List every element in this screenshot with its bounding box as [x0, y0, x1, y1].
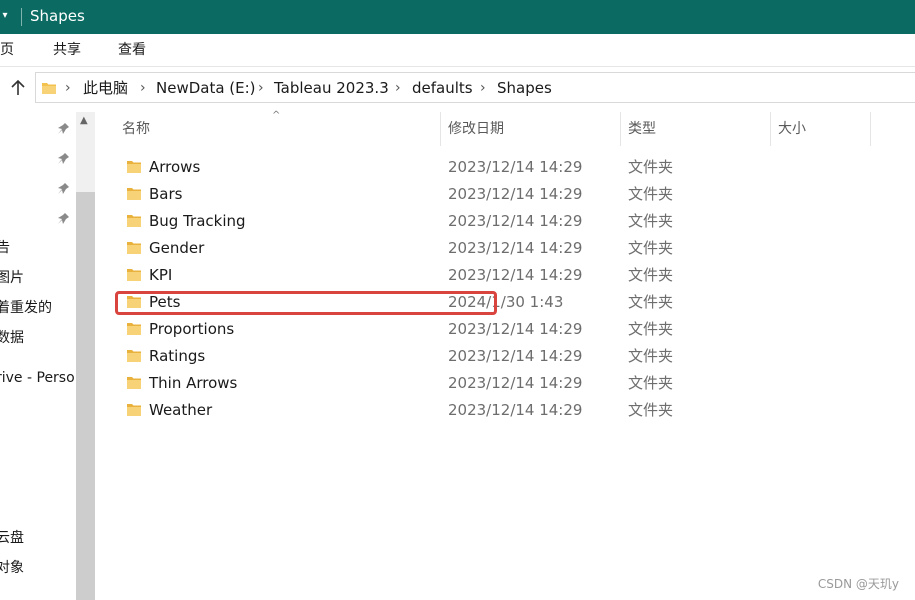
file-name[interactable]: Gender	[149, 238, 204, 258]
title-separator	[21, 8, 22, 26]
nav-item[interactable]: 云盘	[0, 528, 24, 548]
watermark: CSDN @天玑y	[817, 577, 899, 591]
folder-icon	[127, 323, 141, 335]
pin-icon[interactable]	[56, 182, 70, 196]
breadcrumb-this-pc[interactable]: 此电脑	[83, 78, 128, 98]
folder-icon	[127, 296, 141, 308]
table-row[interactable]: Arrows 2023/12/14 14:29 文件夹	[96, 154, 915, 181]
table-row[interactable]: Gender 2023/12/14 14:29 文件夹	[96, 235, 915, 262]
quick-access-dropdown-icon[interactable]: ▾	[0, 9, 10, 23]
chevron-right-icon[interactable]: ›	[480, 78, 486, 98]
file-name[interactable]: Bug Tracking	[149, 211, 246, 231]
file-type: 文件夹	[628, 239, 674, 257]
folder-icon	[127, 404, 141, 416]
pin-icon[interactable]	[56, 122, 70, 136]
table-row[interactable]: Proportions 2023/12/14 14:29 文件夹	[96, 316, 915, 343]
file-type: 文件夹	[628, 212, 674, 230]
window-title: Shapes	[30, 7, 85, 25]
table-row[interactable]: Weather 2023/12/14 14:29 文件夹	[96, 397, 915, 424]
column-header-type[interactable]: 类型	[628, 112, 656, 146]
ribbon-tabs: 主页 共享 查看	[0, 34, 915, 67]
pin-icon[interactable]	[56, 152, 70, 166]
file-name[interactable]: Bars	[149, 184, 182, 204]
file-date: 2023/12/14 14:29	[448, 212, 583, 230]
file-list: ^ 名称 修改日期 类型 大小 Arrows 2023/12/14 14:29 文件…	[96, 110, 915, 600]
table-row[interactable]: Bug Tracking 2023/12/14 14:29 文件夹	[96, 208, 915, 235]
table-row[interactable]: KPI 2023/12/14 14:29 文件夹	[96, 262, 915, 289]
folder-icon	[127, 377, 141, 389]
column-header-date[interactable]: 修改日期	[448, 112, 504, 146]
table-row[interactable]: Ratings 2023/12/14 14:29 文件夹	[96, 343, 915, 370]
file-date: 2024/1/30 1:43	[448, 293, 564, 311]
title-bar: ▾ Shapes	[0, 0, 915, 34]
file-date: 2023/12/14 14:29	[448, 347, 583, 365]
nav-item[interactable]: 对象	[0, 558, 24, 578]
breadcrumb-defaults[interactable]: defaults	[412, 78, 473, 98]
file-type: 文件夹	[628, 320, 674, 338]
table-row[interactable]: Pets 2024/1/30 1:43 文件夹	[96, 289, 915, 316]
nav-item-onedrive[interactable]: rive - Perso	[0, 368, 75, 388]
file-name[interactable]: KPI	[149, 265, 172, 285]
tab-share[interactable]: 共享	[53, 41, 81, 59]
file-name[interactable]: Proportions	[149, 319, 234, 339]
file-name[interactable]: Pets	[149, 292, 180, 312]
file-date: 2023/12/14 14:29	[448, 239, 583, 257]
nav-item[interactable]: 图片	[0, 268, 24, 288]
folder-icon	[127, 269, 141, 281]
folder-icon	[127, 161, 141, 173]
scroll-up-icon[interactable]: ▲	[80, 116, 90, 126]
folder-icon	[42, 83, 56, 94]
file-date: 2023/12/14 14:29	[448, 158, 583, 176]
chevron-right-icon[interactable]: ›	[395, 78, 401, 98]
chevron-right-icon[interactable]: ›	[258, 78, 264, 98]
up-arrow-icon[interactable]	[8, 78, 28, 98]
file-name[interactable]: Ratings	[149, 346, 205, 366]
chevron-right-icon[interactable]: ›	[65, 78, 71, 98]
chevron-right-icon[interactable]: ›	[140, 78, 146, 98]
column-divider[interactable]	[870, 112, 871, 146]
file-name[interactable]: Arrows	[149, 157, 200, 177]
folder-icon	[127, 215, 141, 227]
sort-caret-icon: ^	[272, 110, 281, 121]
file-type: 文件夹	[628, 374, 674, 392]
folder-icon	[127, 242, 141, 254]
address-bar[interactable]: › 此电脑 › NewData (E:) › Tableau 2023.3 › …	[35, 72, 915, 103]
file-type: 文件夹	[628, 347, 674, 365]
nav-scrollbar[interactable]: ▲	[76, 112, 95, 600]
column-divider[interactable]	[440, 112, 441, 146]
nav-item[interactable]: 数据	[0, 328, 24, 348]
column-header-name[interactable]: 名称	[122, 112, 150, 146]
table-row[interactable]: Bars 2023/12/14 14:29 文件夹	[96, 181, 915, 208]
file-date: 2023/12/14 14:29	[448, 320, 583, 338]
file-date: 2023/12/14 14:29	[448, 266, 583, 284]
file-date: 2023/12/14 14:29	[448, 401, 583, 419]
folder-icon	[127, 188, 141, 200]
file-type: 文件夹	[628, 293, 674, 311]
file-type: 文件夹	[628, 158, 674, 176]
address-row: › 此电脑 › NewData (E:) › Tableau 2023.3 › …	[0, 67, 915, 109]
breadcrumb-tableau[interactable]: Tableau 2023.3	[274, 78, 389, 98]
tab-view[interactable]: 查看	[118, 41, 146, 59]
file-type: 文件夹	[628, 185, 674, 203]
scrollbar-thumb[interactable]	[76, 192, 95, 600]
file-date: 2023/12/14 14:29	[448, 185, 583, 203]
file-name[interactable]: Weather	[149, 400, 212, 420]
pin-icon[interactable]	[56, 212, 70, 226]
nav-item[interactable]: 着重发的	[0, 298, 52, 318]
breadcrumb-shapes[interactable]: Shapes	[497, 78, 552, 98]
file-type: 文件夹	[628, 266, 674, 284]
column-divider[interactable]	[770, 112, 771, 146]
column-divider[interactable]	[620, 112, 621, 146]
tab-home[interactable]: 主页	[0, 41, 14, 59]
table-row[interactable]: Thin Arrows 2023/12/14 14:29 文件夹	[96, 370, 915, 397]
breadcrumb-drive[interactable]: NewData (E:)	[156, 78, 256, 98]
file-name[interactable]: Thin Arrows	[149, 373, 237, 393]
column-header-size[interactable]: 大小	[778, 112, 806, 146]
nav-item[interactable]: 告	[0, 238, 10, 258]
folder-icon	[127, 350, 141, 362]
file-type: 文件夹	[628, 401, 674, 419]
file-date: 2023/12/14 14:29	[448, 374, 583, 392]
